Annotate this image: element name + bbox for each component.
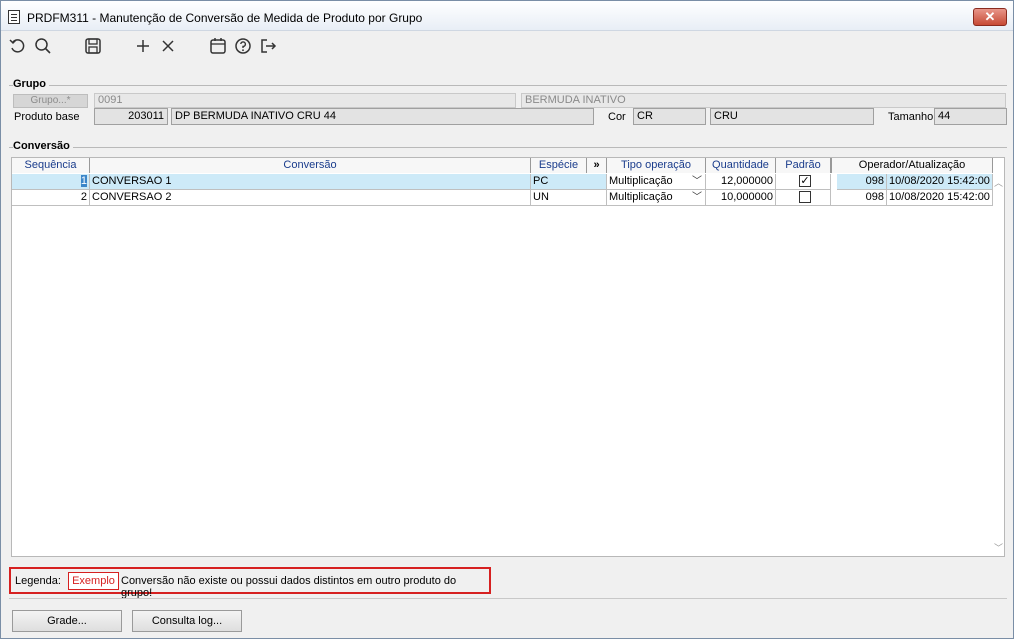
legend-box: Legenda: Exemplo Conversão não existe ou… bbox=[9, 567, 491, 599]
col-operador-atualizacao[interactable]: Operador/Atualização bbox=[831, 158, 993, 173]
legend-label: Legenda: bbox=[15, 575, 61, 587]
vertical-scrollbar[interactable]: ︿ ﹀ bbox=[992, 174, 1004, 556]
col-especie[interactable]: Espécie bbox=[531, 158, 587, 173]
undo-icon[interactable] bbox=[8, 36, 28, 56]
especie-cell[interactable]: UN bbox=[531, 190, 607, 206]
conversao-cell[interactable]: CONVERSAO 2 bbox=[90, 190, 531, 206]
quantidade-cell[interactable]: 10,000000 bbox=[706, 190, 776, 206]
padrao-checkbox[interactable]: ✓ bbox=[799, 175, 811, 187]
tipo-operacao-select[interactable]: Multiplicação ﹀ bbox=[607, 174, 706, 190]
conversao-cell[interactable]: CONVERSAO 1 bbox=[90, 174, 531, 190]
quantidade-cell[interactable]: 12,000000 bbox=[706, 174, 776, 190]
search-icon[interactable] bbox=[33, 36, 53, 56]
tipo-operacao-select[interactable]: Multiplicação ﹀ bbox=[607, 190, 706, 206]
operador-cell: 098 bbox=[831, 190, 887, 206]
atualizacao-cell: 10/08/2020 15:42:00 bbox=[887, 174, 993, 190]
atualizacao-cell: 10/08/2020 15:42:00 bbox=[887, 190, 993, 206]
conversao-grid: Sequência Conversão Espécie » Tipo opera… bbox=[11, 157, 1005, 557]
grupo-button[interactable]: Grupo...* bbox=[13, 94, 88, 108]
chevron-down-icon[interactable]: ﹀ bbox=[692, 190, 702, 205]
seq-value: 1 bbox=[80, 175, 87, 187]
padrao-checkbox[interactable] bbox=[799, 191, 811, 203]
produto-base-code-field[interactable]: 203011 bbox=[94, 108, 168, 125]
scroll-down-icon[interactable]: ﹀ bbox=[994, 541, 1003, 554]
delete-icon[interactable] bbox=[158, 36, 178, 56]
tipo-operacao-value: Multiplicação bbox=[609, 175, 673, 187]
chevron-down-icon[interactable]: ﹀ bbox=[692, 174, 702, 189]
cor-label: Cor bbox=[608, 111, 626, 123]
padrao-cell bbox=[776, 190, 831, 206]
help-icon[interactable] bbox=[233, 36, 253, 56]
conversao-section-title: Conversão bbox=[13, 140, 73, 152]
toolbar bbox=[1, 32, 1013, 60]
col-conversao[interactable]: Conversão bbox=[90, 158, 531, 173]
exit-icon[interactable] bbox=[258, 36, 278, 56]
consulta-log-button[interactable]: Consulta log... bbox=[132, 610, 242, 632]
grupo-section-title: Grupo bbox=[13, 78, 49, 90]
produto-base-desc-field[interactable]: DP BERMUDA INATIVO CRU 44 bbox=[171, 108, 594, 125]
grupo-desc-field[interactable]: BERMUDA INATIVO bbox=[521, 93, 1006, 108]
close-button[interactable]: ✕ bbox=[973, 8, 1007, 26]
expand-columns-button[interactable]: » bbox=[587, 158, 607, 173]
padrao-cell: ✓ bbox=[776, 174, 831, 190]
col-quantidade[interactable]: Quantidade bbox=[706, 158, 776, 173]
main-window: PRDFM311 - Manutenção de Conversão de Me… bbox=[0, 0, 1014, 639]
especie-cell[interactable]: PC bbox=[531, 174, 607, 190]
divider bbox=[9, 598, 1007, 599]
seq-cell[interactable]: 2 bbox=[12, 190, 90, 206]
operador-cell: 098 bbox=[837, 174, 887, 190]
add-icon[interactable] bbox=[133, 36, 153, 56]
tipo-operacao-value: Multiplicação bbox=[609, 191, 673, 203]
title-bar: PRDFM311 - Manutenção de Conversão de Me… bbox=[1, 1, 1013, 31]
col-tipo-operacao[interactable]: Tipo operação bbox=[607, 158, 706, 173]
cor-code-field[interactable]: CR bbox=[633, 108, 706, 125]
produto-base-label: Produto base bbox=[14, 111, 80, 123]
tamanho-field[interactable]: 44 bbox=[934, 108, 1007, 125]
grade-button[interactable]: Grade... bbox=[12, 610, 122, 632]
seq-cell[interactable]: 1 bbox=[12, 174, 90, 190]
legend-text: Conversão não existe ou possui dados dis… bbox=[121, 575, 457, 599]
tamanho-label: Tamanho bbox=[888, 111, 934, 123]
save-icon[interactable] bbox=[83, 36, 103, 56]
legend-example: Exemplo bbox=[68, 572, 119, 590]
window-title: PRDFM311 - Manutenção de Conversão de Me… bbox=[27, 11, 423, 25]
table-row[interactable]: 2 CONVERSAO 2 UN Multiplicação ﹀ 10,0000… bbox=[12, 190, 993, 206]
calendar-icon[interactable] bbox=[208, 36, 228, 56]
table-row[interactable]: 1 CONVERSAO 1 PC Multiplicação ﹀ 12,0000… bbox=[12, 174, 993, 190]
col-padrao[interactable]: Padrão bbox=[776, 158, 831, 173]
grupo-code-field[interactable]: 0091 bbox=[94, 93, 516, 108]
grid-header: Sequência Conversão Espécie » Tipo opera… bbox=[12, 158, 993, 173]
cor-desc-field[interactable]: CRU bbox=[710, 108, 874, 125]
scroll-up-icon[interactable]: ︿ bbox=[994, 176, 1003, 189]
document-icon bbox=[8, 10, 20, 24]
col-sequencia[interactable]: Sequência bbox=[12, 158, 90, 173]
